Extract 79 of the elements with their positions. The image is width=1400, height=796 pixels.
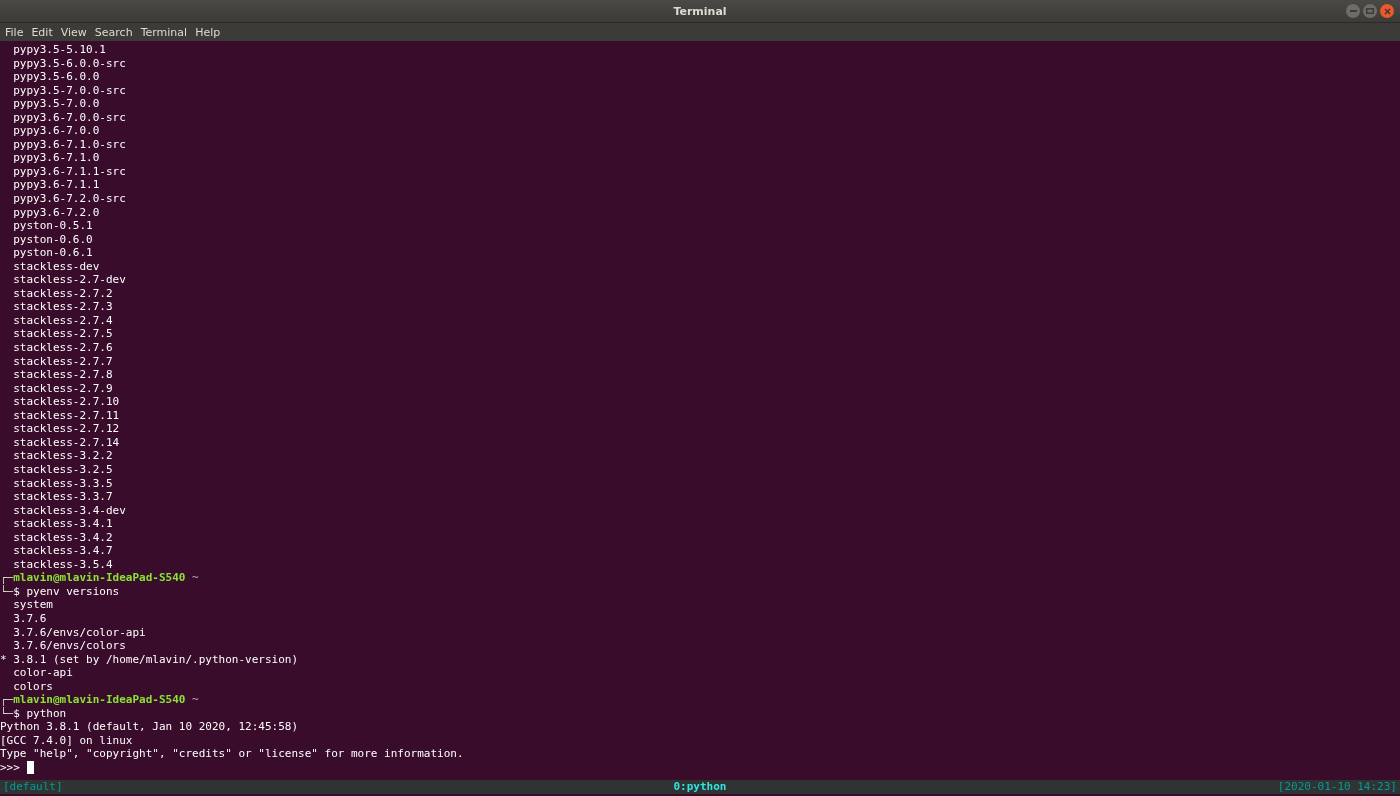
menu-item[interactable]: Edit [27, 25, 57, 39]
close-icon [1383, 7, 1391, 15]
output-line: stackless-3.3.5 [12, 476, 113, 491]
output-line: pypy3.6-7.1.0-src [12, 137, 126, 152]
output-line: stackless-3.2.2 [12, 449, 113, 463]
output-line: colors [12, 679, 53, 694]
output-line: stackless-3.4.2 [12, 530, 113, 545]
output-line: pypy3.5-6.0.0-src [12, 56, 126, 71]
output-line: pypy3.6-7.0.0 [12, 124, 100, 138]
output-line: pypy3.5-5.10.1 [12, 43, 106, 57]
output-line: [GCC 7.4.0] on linux [0, 733, 133, 748]
output-line: 3.7.6/envs/color-api [12, 625, 146, 640]
output-line: stackless-2.7.2 [12, 286, 113, 301]
output-line: stackless-2.7.6 [12, 341, 113, 355]
text-cursor [26, 761, 34, 774]
minimize-icon [1349, 10, 1357, 12]
output-line: stackless-2.7.4 [12, 313, 113, 328]
command-text: python [25, 706, 67, 721]
output-line: * 3.8.1 (set by /home/mlavin/.python-version) [0, 652, 298, 667]
menu-item[interactable]: Search [90, 25, 137, 39]
prompt-user-host: mlavin@mlavin-IdeaPad-S540 [13, 693, 186, 707]
close-button[interactable] [1380, 4, 1394, 18]
minimize-button[interactable] [1346, 4, 1360, 18]
output-line: stackless-2.7.9 [12, 381, 113, 396]
session-name: [default] [3, 779, 63, 794]
menu-item[interactable]: View [56, 25, 91, 39]
output-line: 3.7.6 [12, 611, 47, 626]
output-line: pypy3.6-7.0.0-src [12, 110, 126, 125]
output-line: stackless-2.7.7 [12, 354, 113, 369]
output-line: stackless-2.7.3 [12, 300, 113, 314]
output-line: pypy3.5-6.0.0 [12, 70, 100, 84]
output-line: stackless-2.7.8 [12, 368, 113, 382]
output-line: Type "help", "copyright", "credits" or "license" for more information. [0, 747, 464, 761]
output-line: stackless-3.2.5 [12, 462, 113, 477]
output-line: stackless-3.4.7 [12, 544, 113, 558]
output-line: 3.7.6/envs/colors [12, 639, 126, 653]
python-prompt: >>> [0, 761, 21, 775]
prompt-corner: ┌─ [0, 693, 14, 707]
output-line: stackless-3.4.1 [12, 517, 113, 531]
output-line: system [12, 598, 53, 612]
output-line: Python 3.8.1 (default, Jan 10 2020, 12:45:58) [0, 720, 298, 734]
output-line: pypy3.6-7.1.0 [12, 151, 100, 165]
command-text: pyenv versions [25, 584, 120, 599]
window-name: 0:python [673, 779, 727, 794]
prompt-corner: ┌─ [0, 571, 14, 585]
output-line: stackless-2.7-dev [12, 273, 126, 287]
output-line: pyston-0.6.1 [12, 246, 93, 260]
maximize-icon [1366, 8, 1374, 14]
maximize-button[interactable] [1363, 4, 1377, 18]
output-line: stackless-2.7.14 [12, 435, 120, 450]
prompt-path: ~ [191, 693, 199, 707]
prompt-symbol: $ [13, 706, 20, 721]
output-line: stackless-2.7.10 [12, 395, 120, 409]
prompt-symbol: $ [13, 584, 20, 599]
output-line: pypy3.6-7.2.0 [12, 205, 100, 220]
prompt-path: ~ [191, 571, 199, 585]
status-clock: [2020-01-10 14:23] [1277, 779, 1397, 794]
menu-item[interactable]: File [1, 25, 28, 39]
output-line: pypy3.6-7.1.1-src [12, 164, 126, 179]
output-line: stackless-3.3.7 [12, 490, 113, 504]
menu-item[interactable]: Help [191, 25, 225, 39]
output-line: pypy3.5-7.0.0 [12, 97, 100, 111]
output-line: pyston-0.5.1 [12, 219, 93, 233]
output-line: stackless-2.7.12 [12, 422, 120, 436]
output-line: stackless-dev [12, 259, 100, 274]
output-line: stackless-2.7.11 [12, 408, 120, 423]
window-title: Terminal [673, 4, 727, 18]
output-line: pypy3.6-7.2.0-src [12, 192, 126, 206]
output-line: stackless-3.5.4 [12, 557, 113, 572]
output-line: pyston-0.6.0 [12, 232, 93, 247]
prompt-user-host: mlavin@mlavin-IdeaPad-S540 [13, 571, 186, 585]
output-line: stackless-3.4-dev [12, 503, 126, 518]
output-line: color-api [12, 666, 73, 680]
menu-item[interactable]: Terminal [136, 25, 192, 39]
prompt-corner: └─ [0, 706, 14, 721]
output-line: pypy3.6-7.1.1 [12, 178, 100, 192]
prompt-corner: └─ [0, 584, 14, 599]
output-line: stackless-2.7.5 [12, 327, 113, 342]
output-line: pypy3.5-7.0.0-src [12, 83, 126, 98]
